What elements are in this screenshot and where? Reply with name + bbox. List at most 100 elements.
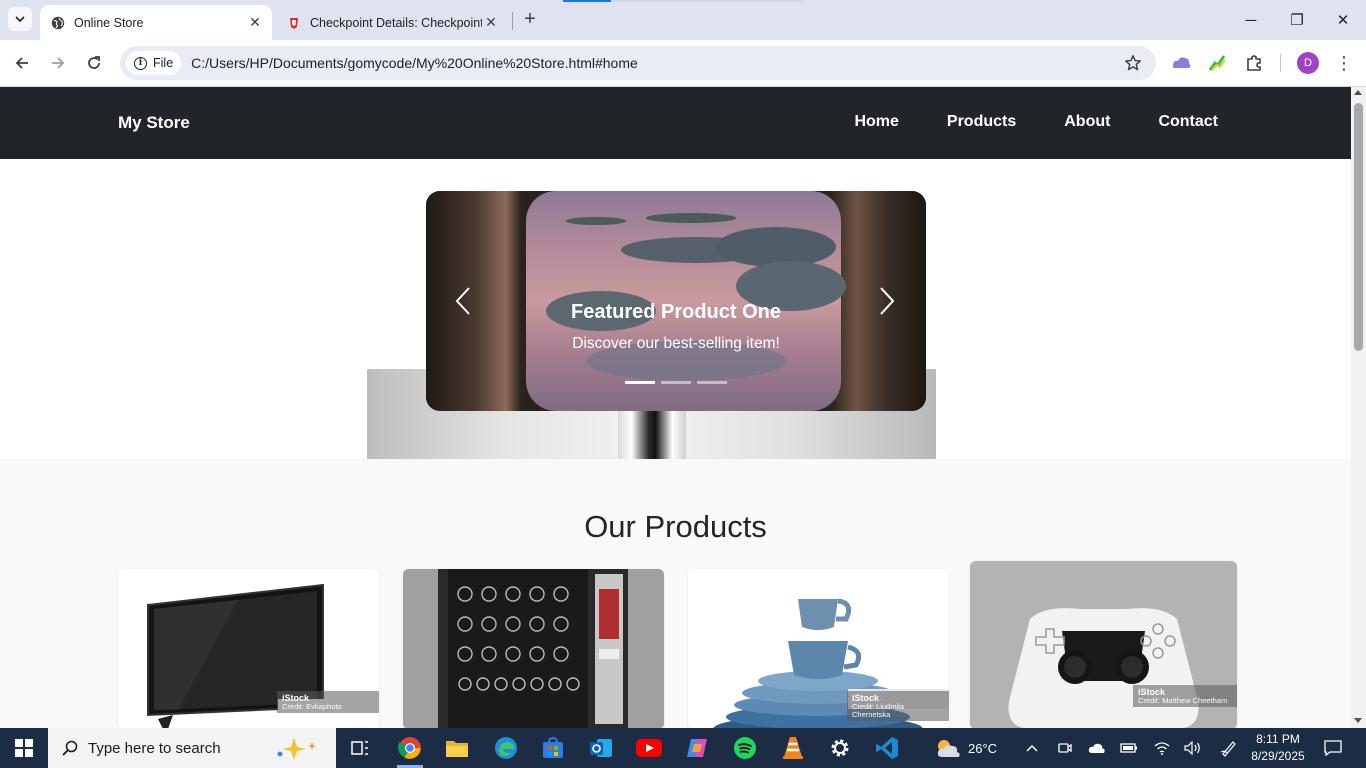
weather-temperature: 26°C (968, 740, 998, 756)
edge-icon[interactable] (490, 732, 522, 764)
clock-date: 8/29/2025 (1251, 749, 1305, 763)
nav-link-about[interactable]: About (1064, 113, 1110, 131)
chevron-up-icon (1026, 744, 1038, 752)
chevron-left-icon (455, 287, 470, 315)
new-tab-button[interactable]: + (520, 9, 540, 30)
reload-button[interactable] (82, 51, 106, 75)
weather-widget[interactable]: 26°C (934, 728, 997, 768)
gomycode-icon (286, 15, 302, 31)
notification-icon (1324, 740, 1342, 756)
stock-watermark: iStock Credit: Matthew Cheetham (1133, 685, 1237, 707)
tab-close-button[interactable]: ✕ (246, 14, 264, 32)
carousel-title: Featured Product One (570, 301, 782, 323)
show-hidden-icons-button[interactable] (1026, 728, 1038, 768)
task-view-icon[interactable] (344, 732, 376, 764)
site-info-chip[interactable]: i File (126, 51, 182, 75)
products-heading: Our Products (584, 509, 767, 544)
site-info-label: File (153, 56, 174, 70)
outlook-icon[interactable] (585, 732, 617, 764)
settings-icon[interactable] (824, 732, 856, 764)
bookmark-star-icon[interactable] (1124, 54, 1142, 72)
profile-avatar[interactable]: D (1297, 52, 1319, 74)
extension-bars-icon[interactable] (1206, 52, 1228, 74)
notifications-button[interactable] (1324, 728, 1342, 768)
arrow-right-icon (52, 57, 65, 69)
carousel-indicator[interactable] (625, 381, 655, 384)
tab-separator (512, 12, 513, 30)
back-button[interactable] (10, 51, 34, 75)
chrome-icon[interactable] (394, 732, 426, 764)
start-button[interactable] (0, 728, 48, 768)
chevron-down-icon (15, 16, 25, 23)
extensions-puzzle-icon[interactable] (1243, 52, 1265, 74)
restore-button[interactable]: ❐ (1274, 0, 1320, 40)
carousel-prev-button[interactable] (450, 285, 476, 317)
search-placeholder: Type here to search (88, 739, 221, 757)
nav-link-contact[interactable]: Contact (1158, 113, 1218, 131)
browser-menu-icon[interactable]: ⋮ (1333, 52, 1355, 74)
extension-cloud-icon[interactable] (1171, 52, 1193, 74)
volume-icon[interactable] (1184, 728, 1202, 768)
site-navbar: My Store Home Products About Contact (0, 87, 1351, 159)
youtube-icon[interactable] (633, 732, 665, 764)
product-card-dishes[interactable]: iStock Credit: Liudmila Chernetska (688, 569, 949, 728)
featured-carousel: Featured Product One Discover our best-s… (426, 191, 926, 411)
site-nav-links: Home Products About Contact (854, 113, 1218, 131)
copilot-sparkle-icon (277, 738, 316, 760)
tab-drag-indicator (563, 0, 611, 2)
page-scrollbar[interactable] (1351, 87, 1366, 728)
carousel-indicator[interactable] (697, 381, 727, 384)
browser-toolbar: i File C:/Users/HP/Documents/gomycode/My… (0, 40, 1366, 87)
product-card-controller[interactable]: iStock Credit: Matthew Cheetham (970, 561, 1237, 728)
arrow-left-icon (15, 57, 28, 69)
carousel-caption: Featured Product One Discover our best-s… (426, 191, 926, 411)
tab-strip: Online Store ✕ Checkpoint Details: Check… (0, 0, 1366, 40)
address-bar[interactable]: i File C:/Users/HP/Documents/gomycode/My… (120, 46, 1156, 80)
pen-ink-icon[interactable] (1220, 728, 1238, 768)
forward-button[interactable] (46, 51, 70, 75)
product-card-television[interactable]: iStock Credit: Evkaphoto (118, 569, 379, 728)
copilot-icon[interactable] (681, 732, 713, 764)
tab-close-button[interactable]: ✕ (482, 14, 500, 32)
onedrive-icon[interactable] (1088, 728, 1106, 768)
scroll-up-arrow-icon[interactable] (1354, 90, 1362, 95)
product-card-vending-machine[interactable] (403, 569, 664, 728)
tab-online-store[interactable]: Online Store ✕ (40, 5, 272, 40)
close-window-button[interactable]: ✕ (1320, 0, 1366, 40)
wifi-icon[interactable] (1154, 728, 1170, 768)
microsoft-store-icon[interactable] (537, 732, 569, 764)
tab-title: Checkpoint Details: Checkpoint (310, 15, 482, 30)
carousel-caption-text: Discover our best-selling item! (572, 335, 780, 352)
url-text[interactable]: C:/Users/HP/Documents/gomycode/My%20Onli… (191, 55, 638, 71)
vscode-icon[interactable] (871, 732, 903, 764)
minimize-button[interactable]: ─ (1228, 0, 1274, 40)
site-brand[interactable]: My Store (118, 113, 190, 133)
reload-icon (88, 56, 100, 69)
globe-icon (50, 15, 66, 31)
carousel-indicator[interactable] (661, 381, 691, 384)
file-explorer-icon[interactable] (441, 732, 473, 764)
taskbar-clock[interactable]: 8:11 PM 8/29/2025 (1250, 731, 1306, 765)
vlc-icon[interactable] (777, 732, 809, 764)
info-icon: i (134, 56, 147, 70)
meet-now-icon[interactable] (1058, 728, 1072, 768)
vending-machine-image (403, 569, 664, 728)
nav-link-home[interactable]: Home (854, 113, 898, 131)
stock-watermark: iStock Credit: Liudmila Chernetska (847, 691, 949, 721)
search-icon (62, 740, 78, 756)
scroll-down-arrow-icon[interactable] (1354, 718, 1362, 723)
spotify-icon[interactable] (729, 732, 761, 764)
battery-icon[interactable] (1120, 728, 1138, 768)
taskbar-search-box[interactable]: Type here to search (48, 728, 336, 768)
tab-search-button[interactable] (8, 7, 32, 31)
stock-watermark: iStock Credit: Evkaphoto (277, 691, 379, 713)
carousel-next-button[interactable] (874, 285, 900, 317)
scroll-thumb[interactable] (1354, 103, 1363, 351)
tab-hover-indicator (612, 0, 802, 2)
tab-checkpoint-details[interactable]: Checkpoint Details: Checkpoint ✕ (276, 5, 508, 40)
nav-link-products[interactable]: Products (947, 113, 1016, 131)
products-section: Our Products iStock Credit: Evkaphoto iS… (0, 459, 1351, 728)
windows-taskbar: Type here to search 26°C 8:11 PM 8/29/20… (0, 728, 1366, 768)
tab-title: Online Store (74, 15, 144, 30)
windows-logo-icon (15, 739, 33, 757)
